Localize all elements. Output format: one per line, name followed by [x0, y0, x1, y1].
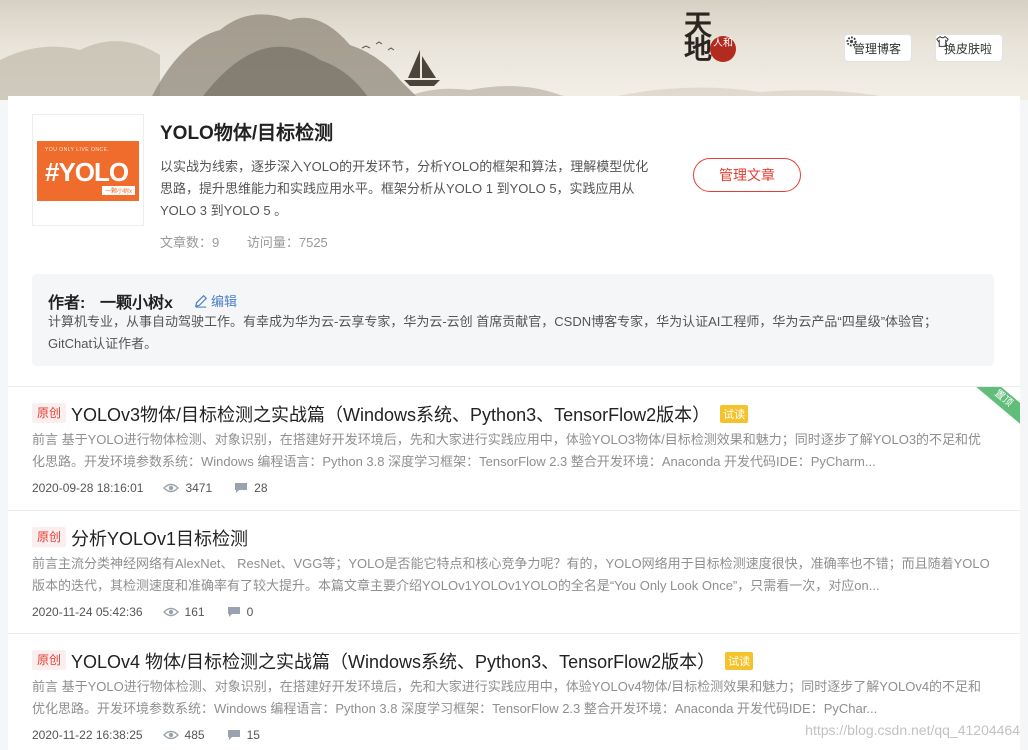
- manage-blog-label: 管理博客: [853, 41, 902, 56]
- visit-count: 访问量：7525: [246, 235, 328, 250]
- author-label: 作者:: [48, 295, 86, 312]
- article-meta: 2020-11-24 05:42:36 161 0: [32, 605, 253, 619]
- comment-icon: [227, 729, 241, 741]
- article-title[interactable]: YOLOv4 物体/目标检测之实战篇（Windows系统、Python3、Ten…: [71, 648, 754, 674]
- edit-author-link[interactable]: 编辑: [194, 291, 237, 310]
- view-count: 3471: [185, 481, 213, 495]
- cover-small-text: YOU ONLY LIVE ONCE.: [45, 147, 110, 153]
- article-count: 文章数：9: [160, 235, 220, 250]
- comment-count: 28: [254, 481, 268, 495]
- gear-icon: [846, 36, 857, 47]
- article-title-text[interactable]: 分析YOLOv1目标检测: [71, 529, 248, 549]
- comment-icon: [227, 606, 241, 618]
- author-box: 作者: 一颗小树x 编辑 计算机专业，从事自动驾驶工作。有幸成为华为云-云享专家…: [32, 274, 994, 366]
- header-banner: 天地 人和 管理博客 换皮肤啦: [0, 0, 1028, 100]
- trial-badge: 试读: [725, 652, 754, 670]
- eye-icon: [163, 482, 180, 494]
- article-title[interactable]: YOLOv3物体/目标检测之实战篇（Windows系统、Python3、Tens…: [71, 401, 749, 427]
- article-title[interactable]: 分析YOLOv1目标检测: [71, 525, 248, 551]
- author-bio: 计算机专业，从事自动驾驶工作。有幸成为华为云-云享专家，华为云-云创 首席贡献官…: [48, 314, 938, 351]
- column-cover-image: YOU ONLY LIVE ONCE. #YOLO 一颗小树x: [32, 114, 144, 226]
- pinned-badge: 置顶: [967, 387, 1020, 431]
- change-skin-button[interactable]: 换皮肤啦: [935, 34, 1004, 62]
- original-tag: 原创: [32, 527, 66, 547]
- publish-date: 2020-09-28 18:16:01: [32, 481, 144, 495]
- article-item: 置顶 原创 YOLOv3物体/目标检测之实战篇（Windows系统、Python…: [8, 386, 1020, 510]
- publish-date: 2020-11-24 05:42:36: [32, 605, 143, 619]
- column-panel: YOU ONLY LIVE ONCE. #YOLO 一颗小树x YOLO物体/目…: [8, 96, 1020, 750]
- comment-icon: [234, 482, 248, 494]
- comment-count: 0: [246, 605, 254, 619]
- manage-articles-button[interactable]: 管理文章: [693, 158, 801, 192]
- manage-blog-button[interactable]: 管理博客: [844, 34, 913, 62]
- original-tag: 原创: [32, 403, 66, 423]
- article-meta: 2020-11-22 16:38:25 485 15: [32, 728, 260, 742]
- article-meta: 2020-09-28 18:16:01 3471 28: [32, 481, 268, 495]
- column-stats: 文章数：9 访问量：7525: [160, 232, 352, 251]
- eye-icon: [162, 606, 179, 618]
- article-summary[interactable]: 前言 基于YOLO进行物体检测、对象识别，在搭建好开发环境后，先和大家进行实践应…: [32, 676, 994, 720]
- article-title-text[interactable]: YOLOv3物体/目标检测之实战篇（Windows系统、Python3、Tens…: [71, 405, 710, 425]
- trial-badge: 试读: [720, 405, 749, 423]
- cover-tag: 一颗小树x: [101, 186, 135, 195]
- pencil-icon: [194, 294, 208, 308]
- edit-label: 编辑: [211, 294, 238, 309]
- eye-icon: [162, 729, 179, 741]
- column-title: YOLO物体/目标检测: [160, 123, 334, 144]
- yolo-cover: YOU ONLY LIVE ONCE. #YOLO 一颗小树x: [37, 141, 139, 201]
- article-summary[interactable]: 前言主流分类神经网络有AlexNet、 ResNet、VGG等；YOLO是否能它…: [32, 553, 994, 597]
- article-item: 原创 分析YOLOv1目标检测 前言主流分类神经网络有AlexNet、 ResN…: [8, 510, 1020, 633]
- view-count: 485: [184, 728, 205, 742]
- watermark: https://blog.csdn.net/qq_41204464: [805, 722, 1020, 738]
- view-count: 161: [184, 605, 205, 619]
- comment-count: 15: [246, 728, 260, 742]
- original-tag: 原创: [32, 650, 66, 670]
- shirt-icon: [936, 35, 949, 47]
- change-skin-label: 换皮肤啦: [944, 41, 993, 56]
- seal-stamp: 人和: [710, 36, 736, 62]
- publish-date: 2020-11-22 16:38:25: [32, 728, 143, 742]
- cover-big-text: #YOLO: [45, 157, 129, 187]
- article-summary[interactable]: 前言 基于YOLO进行物体检测、对象识别，在搭建好开发环境后，先和大家进行实践应…: [32, 429, 994, 473]
- article-title-text[interactable]: YOLOv4 物体/目标检测之实战篇（Windows系统、Python3、Ten…: [71, 652, 715, 672]
- author-name[interactable]: 一颗小树x: [100, 289, 173, 313]
- column-description: 以实战为线索，逐步深入YOLO的开发环节，分析YOLO的框架和算法，理解模型优化…: [160, 159, 649, 218]
